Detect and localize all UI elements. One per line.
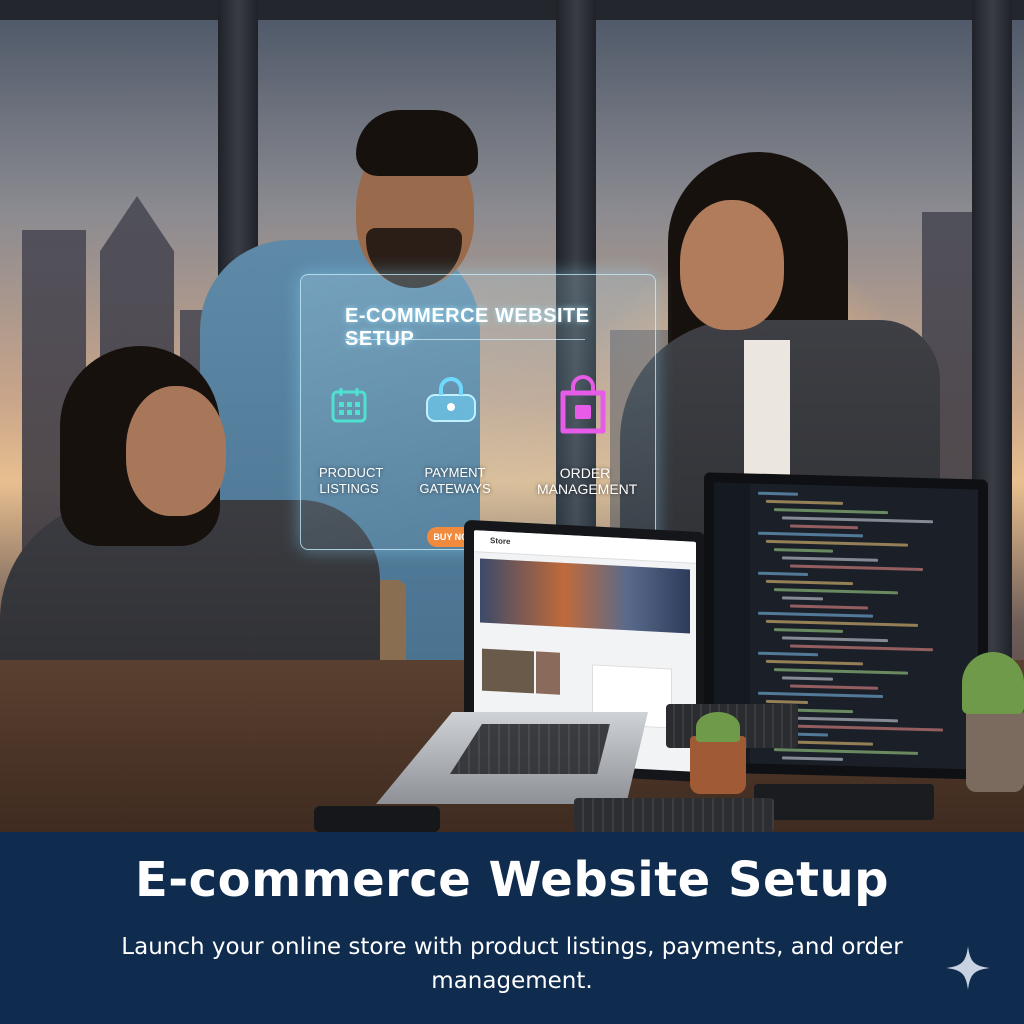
code-line — [774, 748, 918, 755]
lock-icon — [426, 377, 476, 422]
padlock-icon — [560, 375, 606, 434]
code-line — [782, 556, 878, 562]
code-line — [766, 619, 918, 627]
feature-label-line: MANAGEMENT — [537, 481, 638, 497]
code-line — [782, 676, 833, 681]
code-line — [782, 516, 933, 524]
code-line — [774, 508, 888, 515]
monitor-stand — [754, 784, 934, 820]
product-thumbnail — [482, 648, 534, 694]
front-keyboard — [574, 798, 774, 832]
code-line — [782, 716, 898, 723]
code-line — [766, 499, 843, 505]
code-line — [790, 684, 878, 690]
banner-subline: Launch your online store with product li… — [121, 934, 903, 994]
code-line — [782, 636, 888, 643]
product-thumbnail — [536, 651, 560, 695]
code-line — [774, 588, 898, 595]
code-line — [790, 524, 858, 530]
seated-woman-head — [126, 386, 226, 516]
store-header: Store — [474, 530, 696, 564]
window-frame-top — [0, 0, 1024, 20]
banner-headline: E-commerce Website Setup — [134, 852, 890, 908]
code-line — [758, 651, 818, 657]
sparkle-icon — [946, 946, 990, 990]
woman-head — [680, 200, 784, 330]
code-line — [774, 668, 908, 675]
code-line — [758, 691, 883, 698]
feature-label-line: PAYMENT — [424, 465, 486, 480]
code-line — [766, 539, 908, 547]
code-line — [758, 571, 808, 577]
plant-leaf — [962, 652, 1024, 714]
feature-label-line: PRODUCT — [319, 465, 384, 480]
code-line — [766, 659, 863, 666]
man-hair — [356, 110, 478, 176]
office-scene-photo: E-COMMERCE WEBSITE SETUP PRODUCT LISTING… — [0, 0, 1024, 832]
code-line — [790, 564, 923, 572]
hologram-title: E-COMMERCE WEBSITE SETUP — [345, 305, 590, 350]
code-line — [758, 611, 873, 618]
code-line — [782, 756, 843, 761]
code-line — [766, 579, 853, 586]
feature-label-line: ORDER — [559, 465, 611, 481]
woman-blouse — [744, 340, 790, 480]
feature-label-payment-gateways: PAYMENT GATEWAYS — [419, 465, 491, 497]
code-line — [758, 531, 863, 538]
code-line — [790, 604, 868, 610]
feature-label-product-listings: PRODUCT LISTINGS — [319, 465, 383, 497]
plant-leaf — [696, 712, 740, 742]
code-line — [774, 628, 843, 633]
code-line — [758, 491, 798, 496]
feature-label-line: GATEWAYS — [419, 481, 491, 496]
code-line — [774, 548, 833, 553]
calendar-icon — [331, 388, 367, 423]
small-plant-pot — [690, 736, 746, 794]
code-line — [790, 724, 943, 732]
hologram-panel: E-COMMERCE WEBSITE SETUP PRODUCT LISTING… — [300, 274, 656, 550]
feature-label-order-management: ORDER MANAGEMENT — [537, 465, 637, 497]
store-logo: Store — [490, 536, 511, 547]
hologram-divider — [345, 339, 585, 340]
code-line — [790, 644, 933, 652]
hero-banner — [480, 558, 690, 634]
feature-label-line: LISTINGS — [319, 481, 379, 496]
code-line — [782, 596, 823, 601]
large-plant-pot — [966, 710, 1024, 792]
smartphone — [314, 806, 440, 832]
